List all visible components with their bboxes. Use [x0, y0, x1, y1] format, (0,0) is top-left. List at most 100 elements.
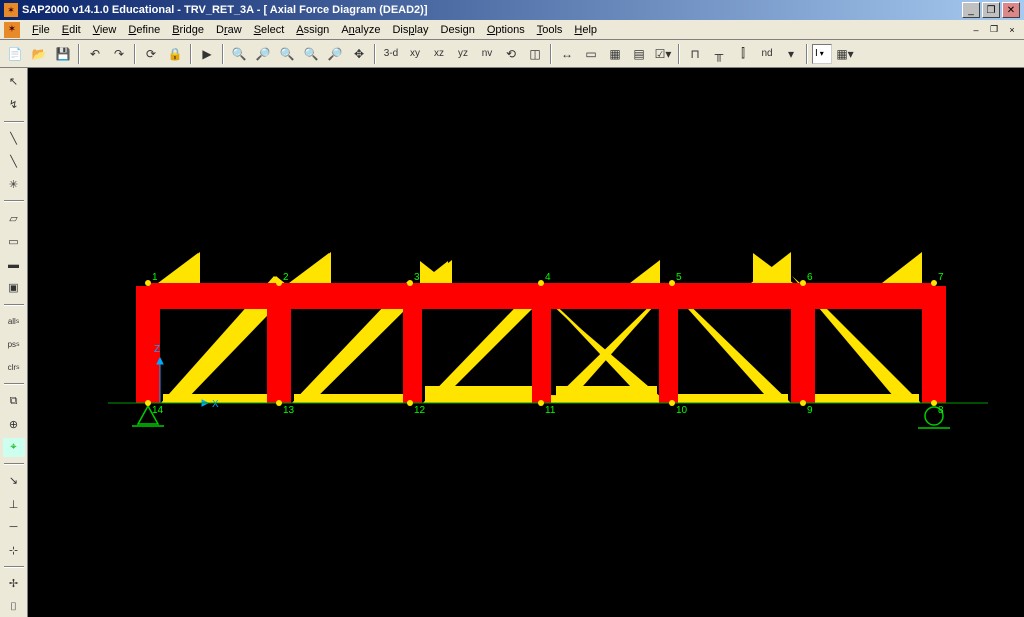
- node-label-9: 9: [807, 405, 813, 416]
- open-button[interactable]: 📂: [28, 43, 50, 65]
- mdi-minimize[interactable]: –: [968, 23, 984, 37]
- snap-mid-icon[interactable]: ⌖: [3, 438, 25, 457]
- grid-icon[interactable]: ▦: [604, 43, 626, 65]
- zoom-rubber-icon[interactable]: 🔍: [228, 43, 250, 65]
- snap-end-icon[interactable]: ↘: [3, 471, 25, 490]
- reshape-icon[interactable]: ↯: [3, 95, 25, 114]
- mdi-buttons: – ❐ ×: [968, 23, 1020, 37]
- draw-rect-icon[interactable]: ▭: [3, 232, 25, 251]
- select-clr-icon[interactable]: clrs: [3, 358, 25, 377]
- menu-view[interactable]: View: [87, 24, 123, 36]
- chevron-down-icon-4: ▾: [848, 47, 854, 61]
- side-sep-2: [4, 200, 24, 202]
- view-nv-button[interactable]: nv: [476, 43, 498, 65]
- view-xy-button[interactable]: xy: [404, 43, 426, 65]
- node-label-13: 13: [283, 405, 295, 416]
- menu-select[interactable]: Select: [248, 24, 291, 36]
- toolbar-sep-1: [78, 44, 80, 64]
- pan-icon[interactable]: ✥: [348, 43, 370, 65]
- snap-point-icon[interactable]: ⊕: [3, 415, 25, 434]
- roller-support: [918, 407, 950, 428]
- save-button[interactable]: 💾: [52, 43, 74, 65]
- named-view-button[interactable]: nd: [756, 43, 778, 65]
- menu-draw[interactable]: Draw: [210, 24, 248, 36]
- select-all-icon[interactable]: alls: [3, 312, 25, 331]
- redo-button[interactable]: ↷: [108, 43, 130, 65]
- zoom-in-icon[interactable]: 🔍: [300, 43, 322, 65]
- axis-z-label: Z: [154, 344, 160, 355]
- doc-icon: ✶: [4, 22, 20, 38]
- node-label-7: 7: [938, 272, 944, 283]
- view-yz-button[interactable]: yz: [452, 43, 474, 65]
- zoom-full-icon[interactable]: 🔎: [252, 43, 274, 65]
- minimize-button[interactable]: _: [962, 2, 980, 18]
- misc1-icon[interactable]: ✢: [3, 574, 25, 593]
- side-sep-6: [4, 566, 24, 568]
- snap-grid-icon[interactable]: ⊹: [3, 541, 25, 560]
- zoom-prev-icon[interactable]: 🔍: [276, 43, 298, 65]
- misc2-icon[interactable]: ⌷: [3, 598, 25, 617]
- menu-bridge[interactable]: Bridge: [166, 24, 210, 36]
- rotate-button[interactable]: ⟲: [500, 43, 522, 65]
- display-opts-icon[interactable]: ☑▾: [652, 43, 674, 65]
- lock-button[interactable]: 🔒: [164, 43, 186, 65]
- node-label-6: 6: [807, 272, 813, 283]
- pointer-icon[interactable]: ↖: [3, 72, 25, 91]
- draw-frame-icon[interactable]: ╲: [3, 152, 25, 171]
- units-combo[interactable]: I▾: [812, 44, 832, 64]
- snap-line-icon[interactable]: ─: [3, 518, 25, 537]
- app-icon: ✶: [4, 3, 18, 17]
- menu-help[interactable]: Help: [568, 24, 603, 36]
- viewport[interactable]: X Z 1 2: [28, 68, 1024, 617]
- refresh-button[interactable]: ⟳: [140, 43, 162, 65]
- draw-special-icon[interactable]: ╲: [3, 129, 25, 148]
- node-label-4: 4: [545, 272, 551, 283]
- title-bar: ✶ SAP2000 v14.1.0 Educational - TRV_RET_…: [0, 0, 1024, 20]
- menu-display[interactable]: Display: [386, 24, 434, 36]
- toolbar-sep-5: [374, 44, 376, 64]
- menu-bar: ✶ File Edit View Define Bridge Draw Sele…: [0, 20, 1024, 40]
- area-icon[interactable]: ⫿: [732, 43, 754, 65]
- snap-perp-icon[interactable]: ⊥: [3, 495, 25, 514]
- draw-quick-icon[interactable]: ▬: [3, 255, 25, 274]
- menu-file[interactable]: File: [26, 24, 56, 36]
- side-sep-1: [4, 121, 24, 123]
- menu-options[interactable]: Options: [481, 24, 531, 36]
- mdi-close[interactable]: ×: [1004, 23, 1020, 37]
- draw-snap-icon[interactable]: ✳: [3, 175, 25, 194]
- zoom-out-icon[interactable]: 🔎: [324, 43, 346, 65]
- menu-tools[interactable]: Tools: [531, 24, 569, 36]
- toolbar-sep-2: [134, 44, 136, 64]
- menu-design[interactable]: Design: [435, 24, 481, 36]
- axis-x-label: X: [212, 399, 219, 410]
- menu-define[interactable]: Define: [122, 24, 166, 36]
- close-button[interactable]: ✕: [1002, 2, 1020, 18]
- object-icon[interactable]: ▭: [580, 43, 602, 65]
- undo-button[interactable]: ↶: [84, 43, 106, 65]
- frame-icon[interactable]: ╥: [708, 43, 730, 65]
- menu-edit[interactable]: Edit: [56, 24, 87, 36]
- view-3d-button[interactable]: 3-d: [380, 43, 402, 65]
- side-sep-4: [4, 383, 24, 385]
- window-buttons: _ ❐ ✕: [962, 2, 1020, 18]
- node-label-1: 1: [152, 272, 158, 283]
- shrink-icon[interactable]: ↔: [556, 43, 578, 65]
- section-icon[interactable]: ⊓: [684, 43, 706, 65]
- perspective-icon[interactable]: ◫: [524, 43, 546, 65]
- run-button[interactable]: ▶: [196, 43, 218, 65]
- menu-assign[interactable]: Assign: [290, 24, 335, 36]
- chevron-down-icon-2[interactable]: ▾: [780, 43, 802, 65]
- side-sep-5: [4, 463, 24, 465]
- maximize-button[interactable]: ❐: [982, 2, 1000, 18]
- new-button[interactable]: 📄: [4, 43, 26, 65]
- draw-poly-icon[interactable]: ▱: [3, 208, 25, 227]
- toolbar-sep-3: [190, 44, 192, 64]
- grid-display-icon[interactable]: ▦▾: [834, 43, 856, 65]
- view-xz-button[interactable]: xz: [428, 43, 450, 65]
- elem-icon[interactable]: ▤: [628, 43, 650, 65]
- menu-analyze[interactable]: Analyze: [335, 24, 386, 36]
- mdi-restore[interactable]: ❐: [986, 23, 1002, 37]
- draw-box-icon[interactable]: ▣: [3, 278, 25, 297]
- intersect-icon[interactable]: ⧉: [3, 391, 25, 410]
- select-prev-icon[interactable]: pss: [3, 335, 25, 354]
